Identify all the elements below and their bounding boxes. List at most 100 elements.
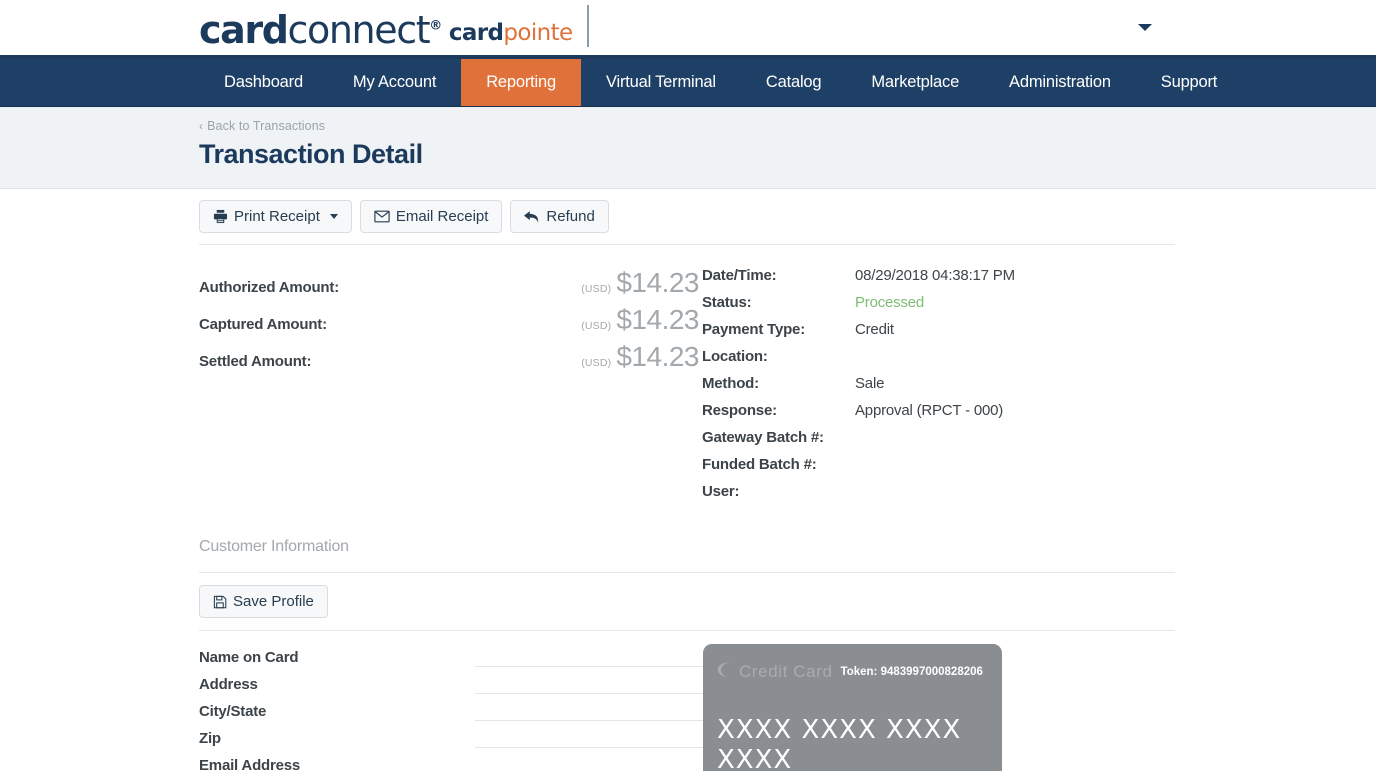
- zip-label: Zip: [199, 730, 221, 747]
- settled-amount: $14.23: [616, 341, 699, 372]
- amount-row-captured: Captured Amount: (USD) $14.23: [199, 304, 699, 341]
- name-on-card-input[interactable]: [475, 648, 703, 667]
- email-receipt-button[interactable]: Email Receipt: [359, 200, 503, 233]
- email-receipt-label: Email Receipt: [395, 208, 489, 225]
- nav-item-marketplace[interactable]: Marketplace: [846, 59, 984, 106]
- address-input[interactable]: [475, 675, 703, 694]
- save-profile-label: Save Profile: [233, 593, 314, 610]
- city-state-input[interactable]: [475, 702, 703, 721]
- details-column: Date/Time: 08/29/2018 04:38:17 PM Status…: [699, 267, 1175, 510]
- payment-type-label: Payment Type:: [702, 321, 805, 338]
- authorized-currency: (USD): [581, 283, 612, 295]
- credit-card-number: XXXX XXXX XXXX XXXX: [717, 715, 962, 771]
- authorized-amount-value: (USD) $14.23: [581, 267, 699, 299]
- app-header: cardconnect® cardpointe: [0, 0, 1376, 59]
- gateway-batch-label: Gateway Batch #:: [702, 429, 824, 446]
- detail-row-payment-type: Payment Type: Credit: [702, 321, 1175, 348]
- zip-input[interactable]: [475, 729, 703, 748]
- page-header-band: ‹ Back to Transactions Transaction Detail: [0, 107, 1376, 189]
- email-address-input[interactable]: [475, 756, 703, 771]
- datetime-label: Date/Time:: [702, 267, 777, 284]
- authorized-amount-label: Authorized Amount:: [199, 279, 339, 296]
- method-label: Method:: [702, 375, 759, 392]
- transaction-detail-grid: Authorized Amount: (USD) $14.23 Captured…: [199, 245, 1175, 520]
- name-on-card-label: Name on Card: [199, 649, 299, 666]
- customer-row-zip: Zip: [199, 725, 703, 752]
- cardpointe-logo-light: pointe: [503, 20, 573, 46]
- page-title: Transaction Detail: [199, 139, 423, 169]
- city-state-label: City/State: [199, 703, 267, 720]
- funded-batch-label: Funded Batch #:: [702, 456, 817, 473]
- customer-row-name-on-card: Name on Card: [199, 644, 703, 671]
- detail-row-gateway-batch: Gateway Batch #:: [702, 429, 1175, 456]
- floppy-disk-icon: [213, 595, 227, 609]
- credit-card-header: Credit Card Token: 9483997000828206: [717, 661, 984, 683]
- refund-button[interactable]: Refund: [510, 200, 609, 233]
- print-receipt-button[interactable]: Print Receipt: [199, 200, 352, 233]
- credit-card-widget[interactable]: Credit Card Token: 9483997000828206 XXXX…: [703, 644, 1002, 771]
- detail-row-funded-batch: Funded Batch #:: [702, 456, 1175, 483]
- email-address-label: Email Address: [199, 757, 301, 771]
- nav-item-catalog[interactable]: Catalog: [741, 59, 846, 106]
- chevron-down-icon[interactable]: [1138, 24, 1152, 31]
- main-navigation: Dashboard My Account Reporting Virtual T…: [0, 59, 1376, 107]
- status-badge: Processed: [855, 294, 925, 311]
- cardconnect-logo-light: connect: [287, 8, 431, 52]
- cardconnect-logo-bold: card: [199, 8, 289, 52]
- customer-row-address: Address: [199, 671, 703, 698]
- cardpointe-logo: cardpointe: [449, 22, 573, 45]
- crescent-logo-icon: [717, 661, 734, 683]
- nav-item-virtual-terminal[interactable]: Virtual Terminal: [581, 59, 741, 106]
- breadcrumb-label: Back to Transactions: [207, 119, 326, 133]
- response-value: Approval (RPCT - 000): [855, 402, 1004, 419]
- caret-down-icon: [329, 214, 338, 219]
- credit-card-brand-label: Credit Card: [739, 662, 833, 681]
- detail-row-user: User:: [702, 483, 1175, 510]
- header-divider: [586, 5, 589, 47]
- user-label: User:: [702, 483, 740, 500]
- method-value: Sale: [855, 375, 885, 392]
- address-label: Address: [199, 676, 258, 693]
- nav-item-dashboard[interactable]: Dashboard: [199, 59, 328, 106]
- amount-row-authorized: Authorized Amount: (USD) $14.23: [199, 267, 699, 304]
- detail-row-datetime: Date/Time: 08/29/2018 04:38:17 PM: [702, 267, 1175, 294]
- datetime-value: 08/29/2018 04:38:17 PM: [855, 267, 1015, 284]
- response-label: Response:: [702, 402, 777, 419]
- detail-row-response: Response: Approval (RPCT - 000): [702, 402, 1175, 429]
- nav-item-my-account[interactable]: My Account: [328, 59, 461, 106]
- captured-currency: (USD): [581, 320, 612, 332]
- settled-amount-value: (USD) $14.23: [581, 341, 699, 373]
- envelope-icon: [374, 210, 390, 223]
- registered-mark-icon: ®: [429, 18, 442, 34]
- amount-row-settled: Settled Amount: (USD) $14.23: [199, 341, 699, 378]
- customer-row-email-address: Email Address: [199, 752, 703, 771]
- payment-method-column: Credit Card Token: 9483997000828206 XXXX…: [703, 644, 1175, 771]
- credit-card-brand: Credit Card: [717, 661, 833, 683]
- captured-amount-value: (USD) $14.23: [581, 304, 699, 336]
- brand-logo[interactable]: cardconnect® cardpointe: [199, 0, 589, 55]
- breadcrumb-back-to-transactions[interactable]: ‹ Back to Transactions: [199, 119, 325, 133]
- cardconnect-logo: cardconnect®: [199, 8, 442, 52]
- location-label: Location:: [702, 348, 768, 365]
- detail-row-location: Location:: [702, 348, 1175, 375]
- nav-item-administration[interactable]: Administration: [984, 59, 1136, 106]
- customer-fields-column: Name on Card Address City/State Zip Emai…: [199, 644, 703, 771]
- captured-amount: $14.23: [616, 304, 699, 335]
- profile-action-bar: Save Profile: [199, 573, 1175, 630]
- nav-item-support[interactable]: Support: [1136, 59, 1242, 106]
- authorized-amount: $14.23: [616, 267, 699, 298]
- save-profile-button[interactable]: Save Profile: [199, 585, 328, 618]
- customer-information-heading: Customer Information: [199, 538, 349, 555]
- main-content: Print Receipt Email Receipt Refund Autho…: [0, 189, 1376, 771]
- nav-item-reporting[interactable]: Reporting: [461, 59, 581, 106]
- captured-amount-label: Captured Amount:: [199, 316, 327, 333]
- status-label: Status:: [702, 294, 752, 311]
- payment-type-value: Credit: [855, 321, 894, 338]
- refund-label: Refund: [546, 208, 595, 225]
- undo-arrow-icon: [524, 210, 540, 224]
- settled-currency: (USD): [581, 357, 612, 369]
- customer-form-grid: Name on Card Address City/State Zip Emai…: [199, 631, 1175, 771]
- cardpointe-logo-bold: card: [448, 20, 504, 46]
- detail-row-status: Status: Processed: [702, 294, 1175, 321]
- credit-card-token: Token: 9483997000828206: [840, 666, 983, 678]
